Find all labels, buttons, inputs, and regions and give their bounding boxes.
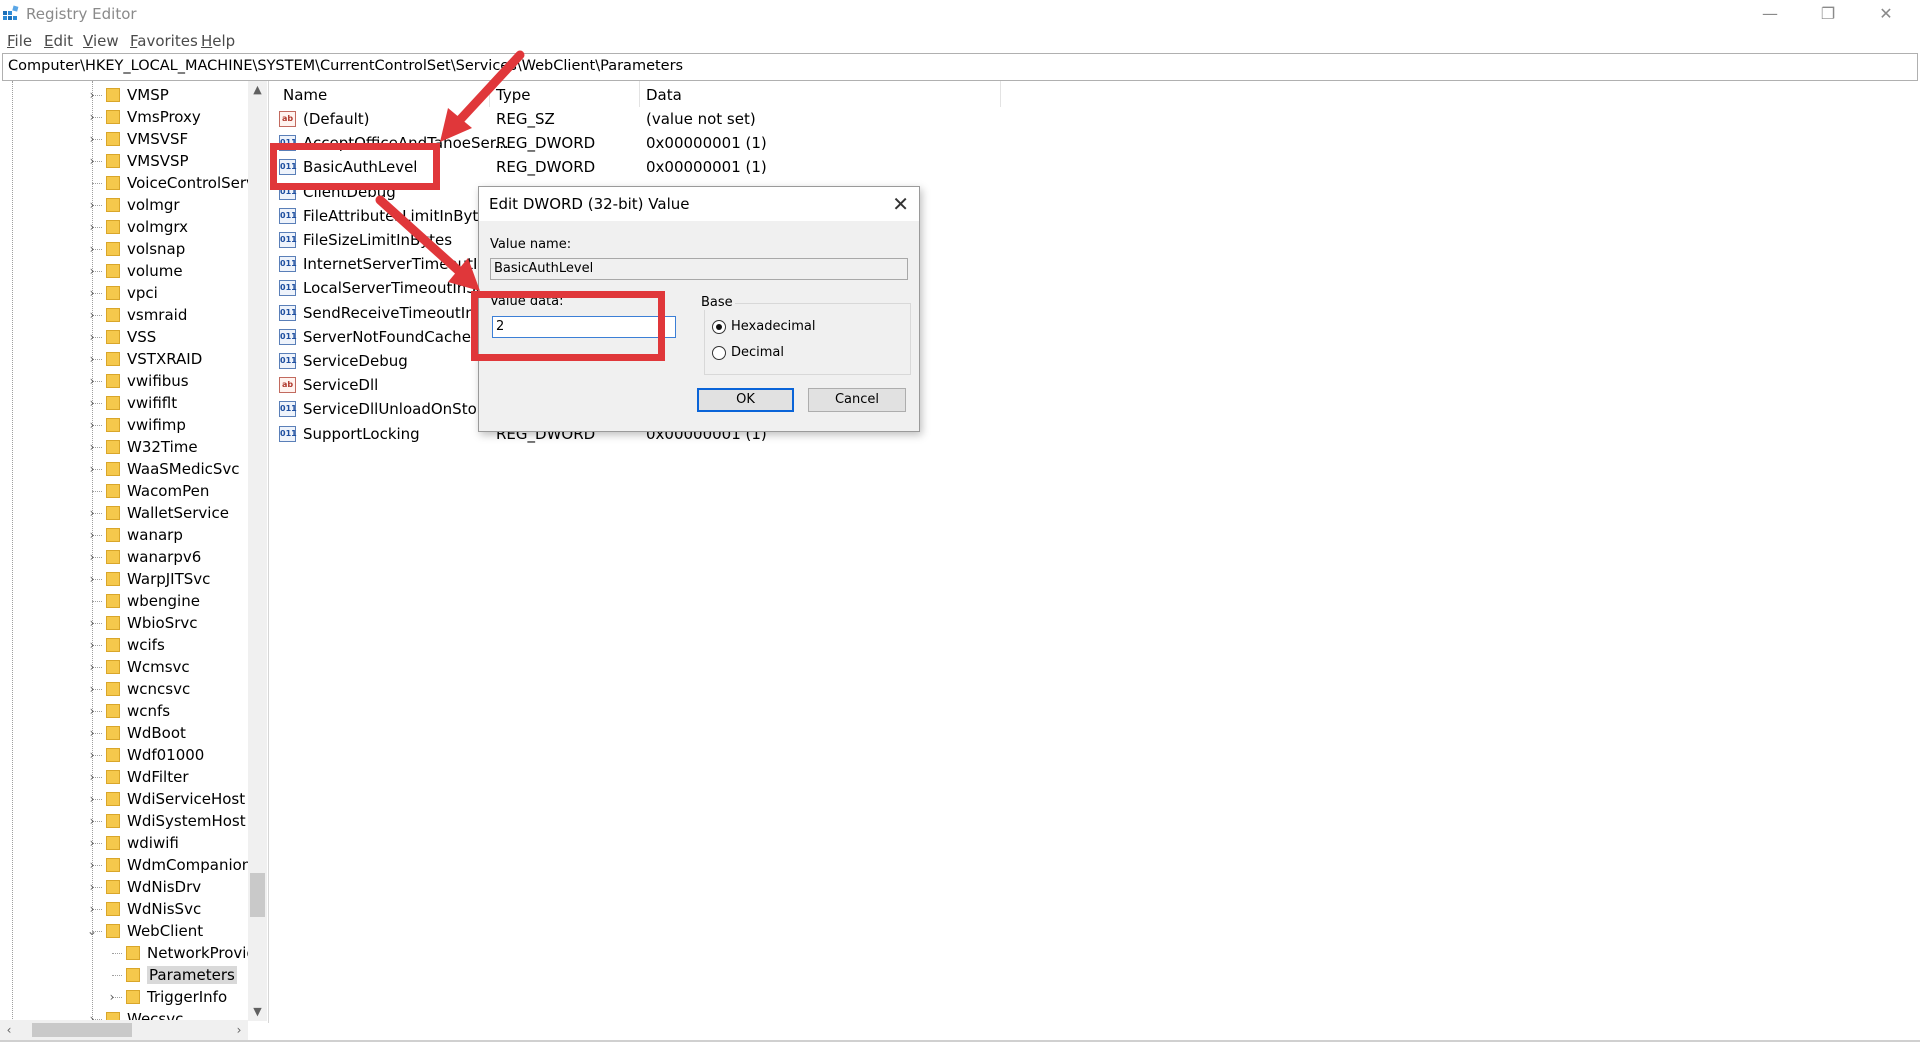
arrow-to-value-data <box>375 195 465 277</box>
arrow-to-basicauthlevel <box>453 50 525 127</box>
annotation-arrows <box>375 50 525 291</box>
base-group-label: Base <box>699 295 735 310</box>
